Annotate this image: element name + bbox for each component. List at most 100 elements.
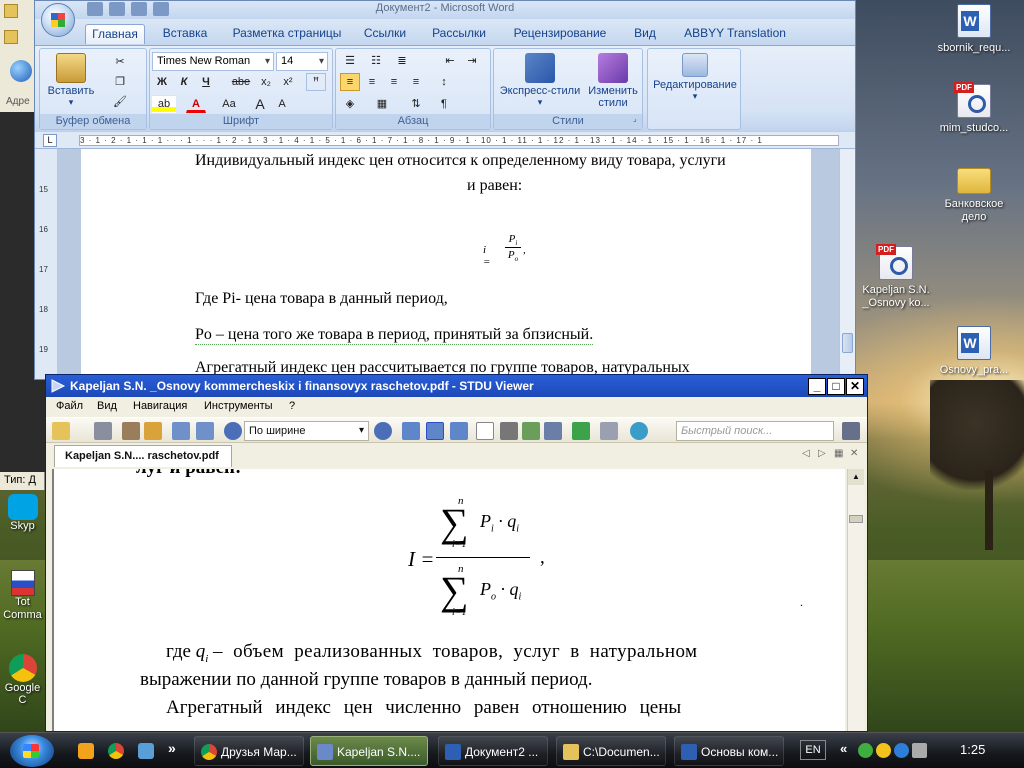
task-button[interactable]: C:\Documen... xyxy=(556,736,666,766)
clear-format-button[interactable]: ꟸ xyxy=(306,73,326,91)
task-button[interactable]: Друзья Мар... xyxy=(194,736,304,766)
desktop-icon-total-commander[interactable]: Tot Comma xyxy=(0,570,45,622)
italic-button[interactable]: К xyxy=(174,73,194,91)
bold-button[interactable]: Ж xyxy=(152,73,172,91)
chrome-icon[interactable] xyxy=(108,743,124,759)
font-size-combo[interactable]: 14 xyxy=(276,52,328,71)
tray-skype-icon[interactable] xyxy=(894,743,909,758)
clock[interactable]: 1:25 xyxy=(960,742,985,757)
numbering-button[interactable]: ☷ xyxy=(366,52,386,70)
minimize-button[interactable]: _ xyxy=(808,378,826,395)
quick-search-input[interactable]: Быстрый поиск... xyxy=(676,421,834,441)
zoom-out-icon[interactable] xyxy=(224,422,242,440)
quick-launch-more-button[interactable]: » xyxy=(168,740,176,756)
close-button[interactable]: ✕ xyxy=(846,378,864,395)
zoom-in-icon[interactable] xyxy=(374,422,392,440)
tab-references[interactable]: Ссылки xyxy=(357,24,413,44)
start-button[interactable] xyxy=(10,735,54,767)
document-tab[interactable]: Kapeljan S.N.... raschetov.pdf xyxy=(54,445,232,467)
cut-button[interactable]: ✂ xyxy=(110,53,130,71)
maximize-button[interactable]: □ xyxy=(827,378,845,395)
tab-list-icon[interactable]: ▦ xyxy=(834,448,843,459)
scrollbar-thumb[interactable] xyxy=(842,333,853,353)
align-right-button[interactable]: ≡ xyxy=(384,73,404,91)
show-formatting-button[interactable]: ¶ xyxy=(434,95,454,113)
tray-warning-icon[interactable] xyxy=(876,743,891,758)
menu-navigation[interactable]: Навигация xyxy=(133,400,187,412)
tab-close-icon[interactable]: ✕ xyxy=(850,448,858,459)
copy-page-icon[interactable] xyxy=(600,422,618,440)
desktop-icon-mim[interactable]: mim_studco... xyxy=(924,82,1024,135)
tray-status-icon[interactable] xyxy=(858,743,873,758)
fit-height-icon[interactable] xyxy=(450,422,468,440)
tab-review[interactable]: Рецензирование xyxy=(505,24,615,44)
tab-page-layout[interactable]: Разметка страницы xyxy=(227,24,347,44)
format-painter-button[interactable]: 🖌 xyxy=(110,93,130,111)
menu-view[interactable]: Вид xyxy=(97,400,117,412)
subscript-button[interactable]: x₂ xyxy=(256,73,276,91)
highlight-button[interactable]: ab xyxy=(152,95,176,113)
pdf-vertical-scrollbar[interactable]: ▲ xyxy=(847,469,864,731)
fit-width-icon[interactable] xyxy=(426,422,444,440)
shrink-font-button[interactable]: A xyxy=(272,95,292,113)
print-icon[interactable] xyxy=(94,422,112,440)
task-button-active[interactable]: Kapeljan S.N.... xyxy=(310,736,428,766)
language-indicator[interactable]: EN xyxy=(800,740,826,760)
menu-help[interactable]: ? xyxy=(289,400,295,412)
update-icon[interactable] xyxy=(630,422,648,440)
editing-button[interactable]: Редактирование ▾ xyxy=(650,53,740,102)
scrollbar-thumb[interactable] xyxy=(849,515,863,523)
line-spacing-button[interactable]: ↕ xyxy=(434,73,454,91)
desktop-icon-kapeljan[interactable]: Kapeljan S.N. _Osnovy ko... xyxy=(846,244,946,310)
dialog-launcher-icon[interactable]: ⌟ xyxy=(633,114,637,123)
magnifier-icon[interactable] xyxy=(544,422,562,440)
office-button[interactable] xyxy=(41,3,75,37)
align-left-button[interactable]: ≡ xyxy=(340,73,360,91)
desktop-icon-bank-folder[interactable]: Банковское дело xyxy=(924,160,1024,224)
image-export-icon[interactable] xyxy=(122,422,140,440)
tab-scroll-left-icon[interactable]: ◁ xyxy=(802,448,810,459)
desktop-icon-chrome[interactable]: Google C xyxy=(0,654,45,706)
tab-home[interactable]: Главная xyxy=(85,24,145,44)
menu-file[interactable]: Файл xyxy=(56,400,83,412)
change-styles-button[interactable]: Изменить стили xyxy=(586,53,640,109)
tab-view[interactable]: Вид xyxy=(625,24,665,44)
change-case-button[interactable]: Aa xyxy=(216,95,242,113)
align-center-button[interactable]: ≡ xyxy=(362,73,382,91)
grow-font-button[interactable]: A xyxy=(250,95,270,113)
scroll-up-icon[interactable]: ▲ xyxy=(848,469,864,485)
tab-insert[interactable]: Вставка xyxy=(153,24,217,44)
menu-tools[interactable]: Инструменты xyxy=(204,400,273,412)
tab-abbyy-translation[interactable]: ABBYY Translation xyxy=(675,24,795,44)
tray-expand-button[interactable]: « xyxy=(840,741,847,756)
pdf-viewport[interactable]: луг и равен: I = n ∑ i=1 Pi · qi , n ∑ i… xyxy=(52,469,845,731)
bullets-button[interactable]: ☰ xyxy=(340,52,360,70)
superscript-button[interactable]: x² xyxy=(278,73,298,91)
desktop-icon-skype[interactable]: Skyp xyxy=(0,494,45,532)
sort-button[interactable]: ⇅ xyxy=(406,95,426,113)
tab-scroll-right-icon[interactable]: ▷ xyxy=(818,448,826,459)
binoculars-icon[interactable] xyxy=(842,422,860,440)
tray-network-icon[interactable] xyxy=(912,743,927,758)
back-button-icon[interactable] xyxy=(10,60,32,82)
edit-icon[interactable] xyxy=(144,422,162,440)
task-button[interactable]: Основы ком... xyxy=(674,736,784,766)
borders-button[interactable]: ▦ xyxy=(372,95,392,113)
fit-page-icon[interactable] xyxy=(402,422,420,440)
paste-button[interactable]: Вставить ▾ xyxy=(46,53,96,108)
desktop-icon-osnovy[interactable]: Osnovy_pra... xyxy=(924,326,1024,377)
page-prev-icon[interactable] xyxy=(172,422,190,440)
font-color-button[interactable]: A xyxy=(186,95,206,113)
back-forward-icon[interactable] xyxy=(572,422,590,440)
tab-mailings[interactable]: Рассылки xyxy=(423,24,495,44)
quick-launch-icon[interactable] xyxy=(78,743,94,759)
document-page[interactable]: Индивидуальный индекс цен относится к оп… xyxy=(81,149,811,379)
copy-button[interactable]: ❐ xyxy=(110,73,130,91)
desktop-icon-sbornik[interactable]: sbornik_requ... xyxy=(924,4,1024,55)
decrease-indent-button[interactable]: ⇤ xyxy=(440,52,460,70)
increase-indent-button[interactable]: ⇥ xyxy=(462,52,482,70)
quick-styles-button[interactable]: Экспресс-стили ▾ xyxy=(498,53,582,108)
tab-selector-button[interactable]: L xyxy=(43,134,57,147)
justify-button[interactable]: ≡ xyxy=(406,73,426,91)
word-vertical-scrollbar[interactable] xyxy=(839,149,855,379)
